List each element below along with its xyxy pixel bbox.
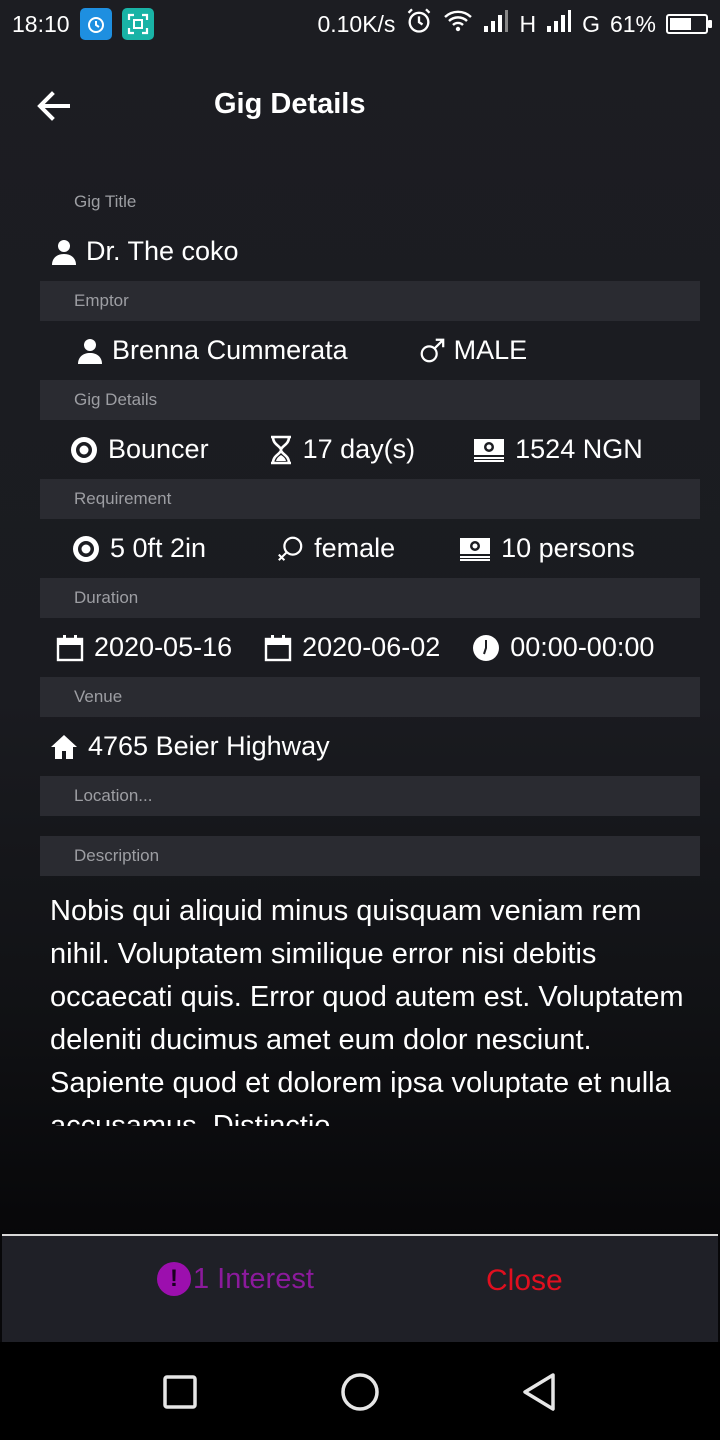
- status-left: 18:10: [12, 8, 154, 40]
- circle-icon: [341, 1373, 379, 1411]
- emptor-row: Brenna Cummerata MALE: [40, 321, 700, 380]
- requirement-label: Requirement: [40, 479, 700, 519]
- calendar-icon: [56, 634, 84, 662]
- status-bar: 18:10 0.10K/s H G 61%: [0, 0, 720, 48]
- system-nav-bar: [0, 1342, 720, 1440]
- arrow-left-icon: [37, 91, 70, 121]
- gig-details-content: Gig Title Dr. The coko Emptor Brenna Cum…: [40, 182, 700, 1126]
- network-speed: 0.10K/s: [317, 10, 396, 37]
- scan-app-icon: [121, 8, 154, 40]
- emptor-label: Emptor: [40, 281, 700, 321]
- target-icon: [72, 535, 100, 563]
- alarm-app-icon: [79, 8, 112, 40]
- emptor-gender: MALE: [453, 335, 528, 365]
- square-icon: [163, 1375, 197, 1409]
- requirement-row: 5 0ft 2in female 10 persons: [40, 519, 700, 578]
- clock-icon: [472, 634, 500, 662]
- back-button[interactable]: [34, 86, 74, 126]
- role-cell: Bouncer: [70, 434, 209, 465]
- emptor-name-cell: Brenna Cummerata: [76, 335, 348, 366]
- person-icon: [50, 238, 78, 266]
- emptor-name: Brenna Cummerata: [112, 335, 348, 365]
- female-gender-icon: [276, 535, 304, 563]
- gig-title-label: Gig Title: [74, 192, 137, 211]
- venue-row: 4765 Beier Highway: [40, 717, 700, 776]
- venue-address: 4765 Beier Highway: [88, 731, 330, 761]
- male-gender-icon: [418, 337, 446, 365]
- battery-fill: [670, 18, 691, 30]
- venue-label: Venue: [40, 677, 700, 717]
- gender-required-cell: female: [276, 533, 395, 564]
- gig-title-row: Dr. The coko: [40, 222, 700, 281]
- recent-apps-button[interactable]: [160, 1372, 200, 1412]
- emptor-gender-cell: MALE: [418, 335, 528, 366]
- hourglass-icon: [267, 435, 295, 464]
- description-label: Description: [40, 836, 700, 876]
- time-range: 00:00-00:00: [510, 632, 655, 662]
- app-header: Gig Details: [0, 70, 720, 142]
- gig-title-value: Dr. The coko: [86, 236, 239, 266]
- end-date: 2020-06-02: [302, 632, 441, 662]
- calendar-icon: [264, 634, 292, 662]
- status-right: 0.10K/s H G 61%: [317, 7, 712, 41]
- gig-details-row: Bouncer 17 day(s) 1524 NGN: [40, 420, 700, 479]
- person-icon: [76, 337, 104, 365]
- network-type-g: G: [582, 10, 600, 37]
- persons-cell: 10 persons: [459, 533, 635, 564]
- required-gender: female: [314, 533, 396, 563]
- home-button[interactable]: [340, 1372, 380, 1412]
- action-bar: ! 1 Interest Close: [2, 1234, 718, 1342]
- home-icon: [50, 733, 78, 761]
- gig-role: Bouncer: [108, 434, 209, 464]
- interest-button[interactable]: ! 1 Interest: [157, 1262, 314, 1296]
- money-icon: [473, 436, 505, 464]
- duration-row: 2020-05-16 2020-06-02 00:00-00:00: [40, 618, 700, 677]
- duration-label: Duration: [40, 578, 700, 618]
- alarm-icon: [405, 7, 433, 41]
- description-text: Nobis qui aliquid minus quisquam veniam …: [50, 895, 684, 1126]
- battery-percent: 61%: [609, 10, 656, 37]
- location-field[interactable]: Location...: [40, 776, 700, 816]
- target-icon: [70, 436, 98, 464]
- required-persons: 10 persons: [501, 533, 635, 563]
- time-range-cell: 00:00-00:00: [472, 632, 654, 663]
- signal-icon-2: [546, 9, 572, 39]
- network-type-h: H: [519, 10, 537, 37]
- page-title: Gig Details: [214, 88, 366, 120]
- gig-length: 17 day(s): [302, 434, 416, 464]
- end-date-cell: 2020-06-02: [264, 632, 440, 663]
- interest-alert-icon: !: [157, 1262, 191, 1296]
- interest-label: 1 Interest: [193, 1262, 314, 1295]
- gig-pay: 1524 NGN: [515, 434, 643, 464]
- start-date: 2020-05-16: [94, 632, 233, 662]
- required-height: 5 0ft 2in: [110, 533, 207, 563]
- gig-title-cell: Dr. The coko: [50, 236, 239, 267]
- money-icon: [459, 535, 491, 563]
- venue-cell: 4765 Beier Highway: [50, 731, 330, 762]
- signal-icon: [483, 9, 509, 39]
- gig-details-label: Gig Details: [40, 380, 700, 420]
- close-button[interactable]: Close: [486, 1264, 563, 1298]
- wifi-icon: [443, 8, 473, 40]
- height-cell: 5 0ft 2in: [72, 533, 206, 564]
- length-cell: 17 day(s): [267, 434, 416, 465]
- triangle-back-icon: [523, 1373, 555, 1411]
- status-time: 18:10: [12, 10, 70, 37]
- start-date-cell: 2020-05-16: [56, 632, 232, 663]
- battery-icon: [666, 14, 712, 34]
- back-nav-button[interactable]: [520, 1372, 560, 1412]
- pay-cell: 1524 NGN: [473, 434, 643, 465]
